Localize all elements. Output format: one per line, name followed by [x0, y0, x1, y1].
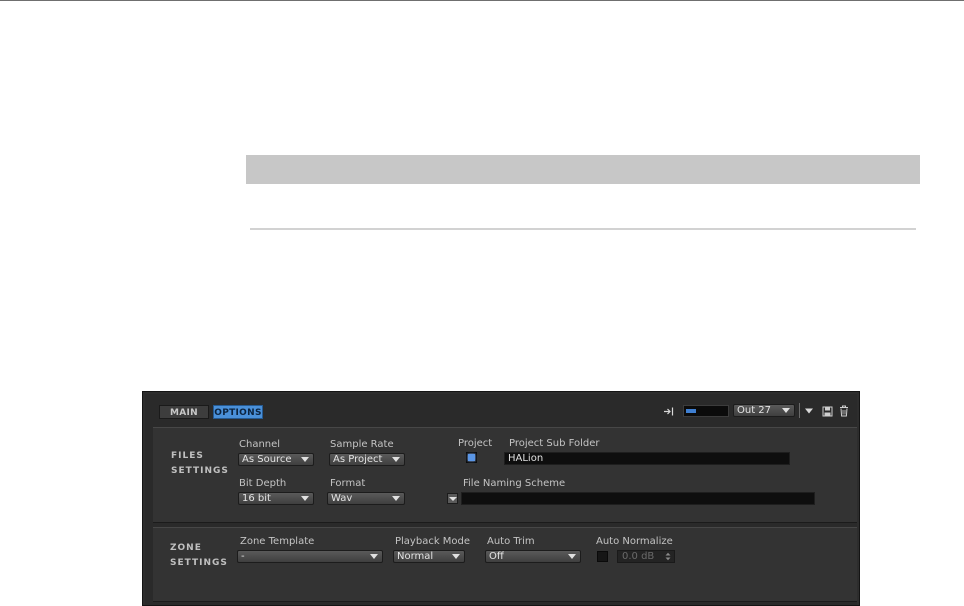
- auto-normalize-checkbox[interactable]: [597, 551, 608, 562]
- separator-line: [250, 228, 916, 230]
- zone-settings-section: ZONE SETTINGS Zone Template - Playback M…: [153, 527, 857, 602]
- zone-template-label: Zone Template: [240, 536, 315, 547]
- chevron-down-icon: [568, 554, 576, 559]
- chevron-down-icon: [449, 497, 457, 501]
- files-settings-section: FILES SETTINGS Channel As Source Sample …: [153, 427, 857, 523]
- format-label: Format: [330, 478, 366, 489]
- chevron-down-icon: [301, 496, 309, 501]
- files-settings-title-line1: FILES: [171, 451, 204, 461]
- zone-settings-title-line2: SETTINGS: [170, 558, 228, 568]
- chevron-down-icon: [392, 496, 400, 501]
- sample-rate-select-value: As Project: [333, 454, 383, 465]
- format-select-value: Wav: [331, 493, 353, 504]
- playback-mode-label: Playback Mode: [395, 536, 471, 547]
- chevron-down-icon[interactable]: [804, 406, 814, 416]
- files-settings-title-line2: SETTINGS: [171, 466, 229, 476]
- channel-select[interactable]: As Source: [238, 453, 314, 466]
- output-select[interactable]: Out 27: [733, 404, 795, 417]
- project-sub-folder-label: Project Sub Folder: [509, 438, 600, 449]
- file-naming-scheme-menu-button[interactable]: [447, 493, 458, 504]
- chevron-down-icon: [301, 457, 309, 462]
- bit-depth-label: Bit Depth: [239, 478, 287, 489]
- input-arrow-icon[interactable]: [663, 406, 675, 417]
- auto-normalize-label: Auto Normalize: [596, 536, 673, 547]
- zone-settings-title: ZONE SETTINGS: [170, 541, 230, 571]
- normalize-level-value: 0.0 dB: [622, 551, 655, 562]
- tab-options[interactable]: OPTIONS: [213, 405, 263, 419]
- sample-rate-select[interactable]: As Project: [329, 453, 405, 466]
- sample-rate-label: Sample Rate: [330, 439, 394, 450]
- tab-main[interactable]: MAIN: [159, 405, 209, 419]
- files-settings-title: FILES SETTINGS: [171, 449, 231, 479]
- project-sub-folder-field[interactable]: HALion: [504, 452, 790, 465]
- bit-depth-select[interactable]: 16 bit: [238, 492, 314, 505]
- channel-select-value: As Source: [242, 454, 292, 465]
- recorder-options-panel: MAIN OPTIONS Out 27 FILES SETTINGS Chann…: [142, 391, 860, 606]
- header-band: [246, 155, 920, 184]
- level-meter: [683, 405, 729, 417]
- trash-icon[interactable]: [839, 405, 849, 417]
- format-select[interactable]: Wav: [327, 492, 405, 505]
- channel-label: Channel: [239, 439, 281, 450]
- output-select-value: Out 27: [737, 405, 772, 416]
- zone-settings-title-line1: ZONE: [170, 543, 202, 553]
- auto-trim-select[interactable]: Off: [485, 550, 581, 563]
- file-naming-scheme-field[interactable]: [461, 492, 815, 505]
- chevron-down-icon: [452, 554, 460, 559]
- panel-body: MAIN OPTIONS Out 27 FILES SETTINGS Chann…: [145, 394, 857, 605]
- level-meter-fill: [686, 409, 696, 413]
- chevron-down-icon: [782, 408, 790, 413]
- top-divider: [0, 0, 964, 1]
- playback-mode-select[interactable]: Normal: [393, 550, 465, 563]
- chevron-down-icon: [392, 457, 400, 462]
- playback-mode-select-value: Normal: [397, 551, 434, 562]
- normalize-level-spinner[interactable]: 0.0 dB: [617, 550, 675, 563]
- zone-template-select[interactable]: -: [237, 550, 383, 563]
- project-label: Project: [458, 438, 493, 449]
- bit-depth-select-value: 16 bit: [242, 493, 271, 504]
- zone-template-select-value: -: [241, 551, 245, 562]
- auto-trim-select-value: Off: [489, 551, 504, 562]
- file-naming-scheme-label: File Naming Scheme: [463, 478, 566, 489]
- chevron-down-icon: [370, 554, 378, 559]
- save-icon[interactable]: [822, 406, 833, 417]
- project-checkbox[interactable]: [466, 452, 477, 463]
- auto-trim-label: Auto Trim: [487, 536, 535, 547]
- header-divider: [799, 403, 800, 418]
- spinner-arrows-icon[interactable]: [665, 552, 671, 561]
